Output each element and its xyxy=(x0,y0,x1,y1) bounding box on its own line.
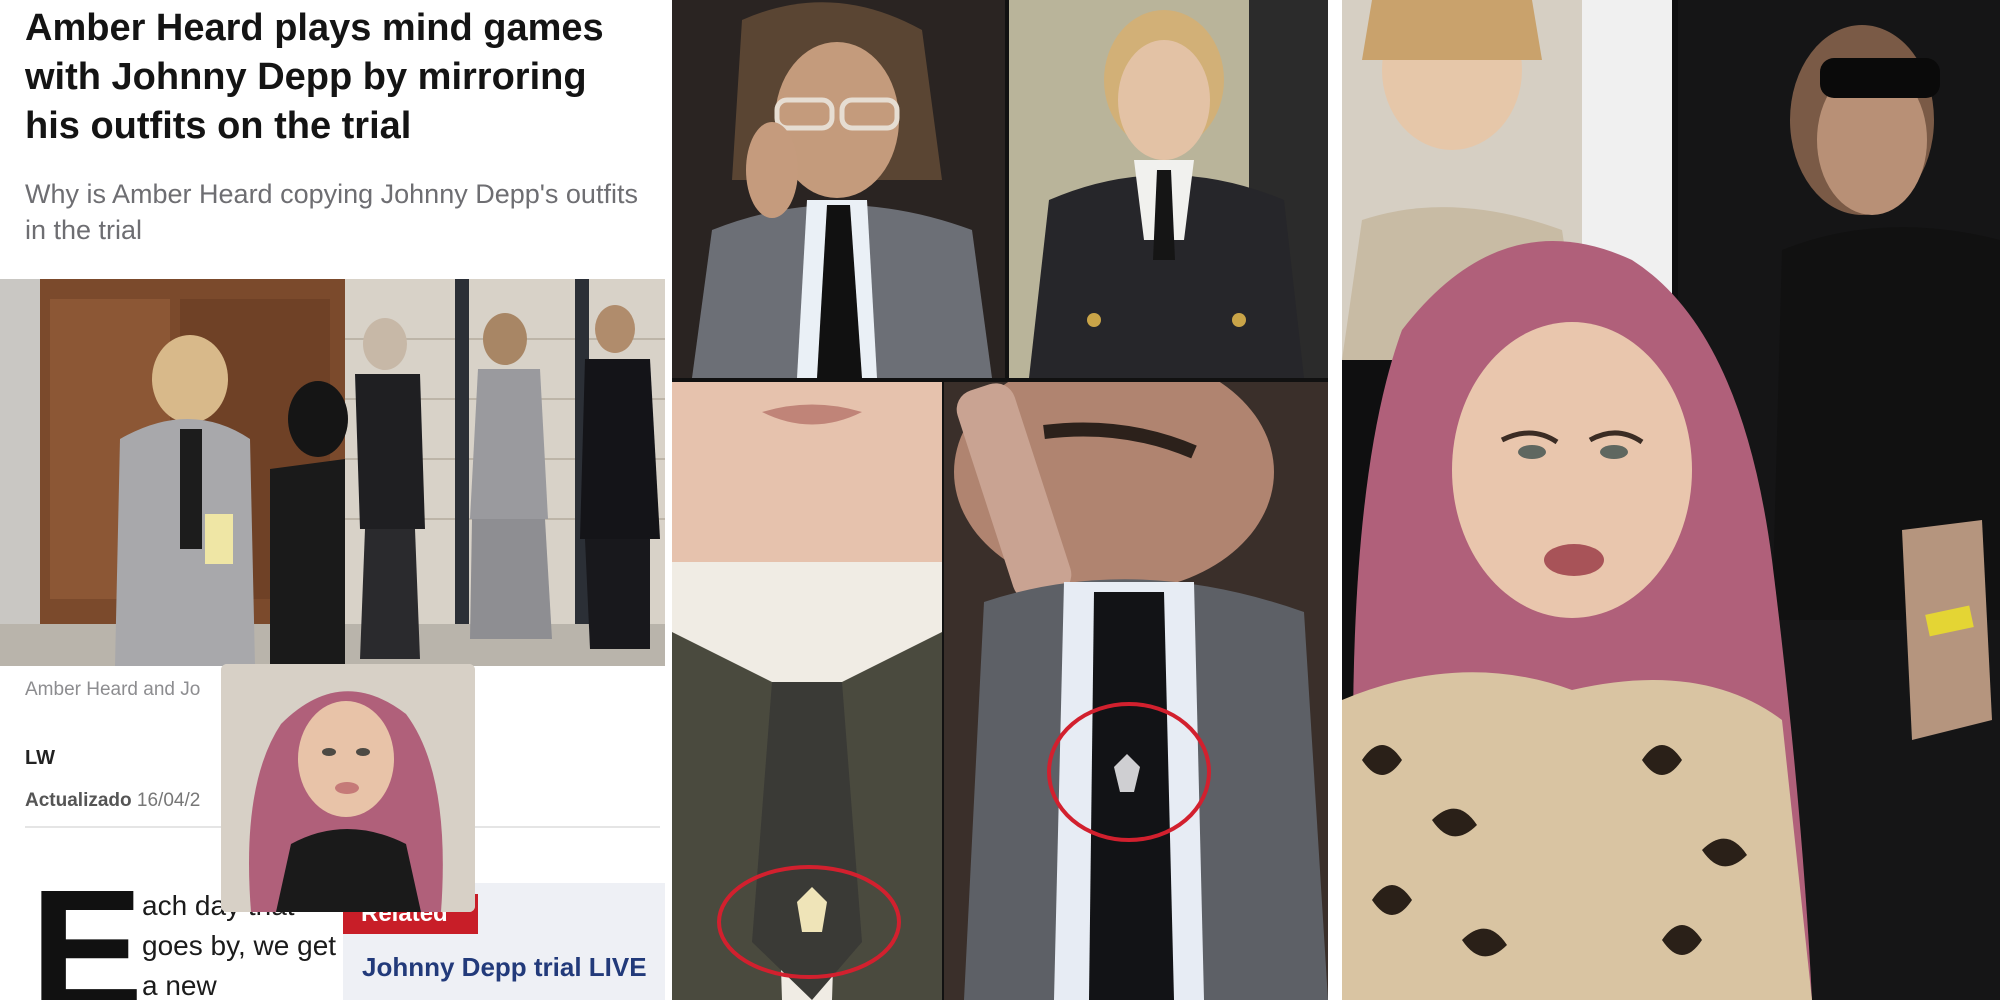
heard-photo xyxy=(1009,0,1328,378)
updated-timestamp: Actualizado 16/04/2 xyxy=(25,790,200,812)
image-caption: Amber Heard and Jo xyxy=(25,679,201,700)
drop-cap: E xyxy=(30,855,144,1000)
depp-photo xyxy=(672,0,1005,378)
related-article-link[interactable]: Johnny Depp trial LIVE xyxy=(362,952,647,983)
updated-date: 16/04/2 xyxy=(136,790,201,811)
article-title: Amber Heard plays mind games with Johnny… xyxy=(25,7,604,147)
heard-tie-closeup xyxy=(672,382,942,1000)
article-panel: Amber Heard plays mind games with Johnny… xyxy=(0,0,665,1000)
hero-image[interactable] xyxy=(0,279,665,666)
updated-label: Actualizado xyxy=(25,790,132,811)
author-name[interactable]: LW xyxy=(25,747,55,770)
panel-divider xyxy=(1328,0,1342,1000)
article-subtitle: Why is Amber Heard copying Johnny Depp's… xyxy=(25,179,638,245)
panel-divider xyxy=(665,0,672,1000)
creator-panel xyxy=(1342,0,2000,1000)
creator-video-overlay xyxy=(221,664,475,912)
tie-comparison-panel xyxy=(672,0,1328,1000)
depp-tie-closeup xyxy=(944,382,1328,1000)
